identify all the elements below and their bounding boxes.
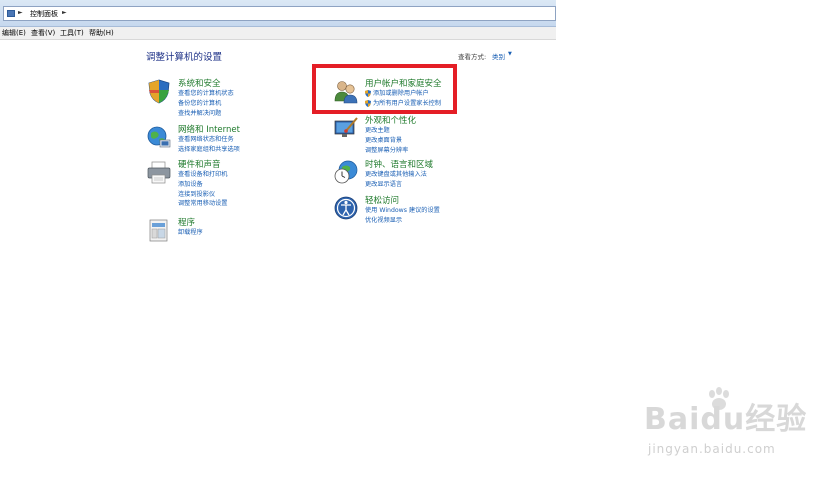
link-troubleshoot[interactable]: 查找并解决问题 (178, 109, 234, 119)
link-recommended-settings[interactable]: 使用 Windows 建议的设置 (365, 206, 440, 216)
menu-view[interactable]: 查看(V) (31, 28, 55, 38)
menu-help[interactable]: 帮助(H) (89, 28, 114, 38)
page-title: 调整计算机的设置 (146, 52, 223, 63)
link-screen-resolution[interactable]: 调整屏幕分辨率 (365, 146, 408, 156)
breadcrumb-control-panel[interactable]: 控制面板 (30, 9, 58, 19)
watermark-url: jingyan.baidu.com (648, 442, 776, 456)
clock-globe-icon[interactable] (333, 159, 359, 185)
menu-bar: 编辑(E) 查看(V) 工具(T) 帮助(H) (0, 27, 556, 40)
category-title-network-internet[interactable]: 网络和 Internet (178, 123, 240, 135)
view-by-dropdown[interactable]: 类别 (492, 51, 505, 61)
link-optimize-visual-display[interactable]: 优化视频显示 (365, 216, 440, 226)
link-desktop-background[interactable]: 更改桌面背景 (365, 136, 408, 146)
breadcrumb-arrow-icon[interactable]: ► (62, 9, 67, 16)
category-title-system-security[interactable]: 系统和安全 (178, 77, 221, 89)
link-mobility-settings[interactable]: 调整常用移动设置 (178, 199, 228, 209)
globe-network-icon[interactable] (146, 124, 172, 150)
category-title-hardware-sound[interactable]: 硬件和声音 (178, 158, 221, 170)
link-change-display-language[interactable]: 更改显示语言 (365, 180, 427, 190)
view-by-label: 查看方式: (458, 53, 487, 61)
chevron-down-icon[interactable]: ▼ (508, 51, 512, 57)
printer-icon[interactable] (146, 159, 172, 185)
highlight-box (312, 64, 457, 114)
control-panel-icon (7, 10, 15, 17)
breadcrumb-arrow-icon[interactable]: ► (18, 9, 23, 16)
link-change-theme[interactable]: 更改主题 (365, 126, 408, 136)
menu-tools[interactable]: 工具(T) (60, 28, 84, 38)
watermark: Baidu经验 jingyan.baidu.com (644, 386, 814, 466)
menu-edit[interactable]: 编辑(E) (2, 28, 26, 38)
link-devices-printers[interactable]: 查看设备和打印机 (178, 170, 228, 180)
category-title-programs[interactable]: 程序 (178, 216, 195, 228)
link-add-device[interactable]: 添加设备 (178, 180, 228, 190)
link-connect-projector[interactable]: 连接到投影仪 (178, 190, 228, 200)
link-change-input-method[interactable]: 更改键盘或其他输入法 (365, 170, 427, 180)
address-bar: ► 控制面板 ► (0, 0, 556, 27)
category-title-clock-language-region[interactable]: 时钟、语言和区域 (365, 158, 433, 170)
link-view-computer-status[interactable]: 查看您的计算机状态 (178, 89, 234, 99)
shield-icon[interactable] (146, 78, 172, 104)
category-title-ease-of-access[interactable]: 轻松访问 (365, 194, 399, 206)
accessibility-icon[interactable] (333, 195, 359, 221)
watermark-brand: Baidu经验 (644, 402, 808, 437)
monitor-brush-icon[interactable] (333, 115, 359, 141)
link-backup-computer[interactable]: 备份您的计算机 (178, 99, 234, 109)
link-network-status[interactable]: 查看网络状态和任务 (178, 135, 240, 145)
link-uninstall-program[interactable]: 卸载程序 (178, 228, 203, 238)
link-homegroup-sharing[interactable]: 选择家庭组和共享选项 (178, 145, 240, 155)
control-panel-window: ► 控制面板 ► 编辑(E) 查看(V) 工具(T) 帮助(H) 调整计算机的设… (0, 0, 556, 478)
programs-icon[interactable] (146, 217, 172, 243)
address-field[interactable]: ► 控制面板 ► (3, 6, 556, 21)
category-title-appearance[interactable]: 外观和个性化 (365, 114, 416, 126)
